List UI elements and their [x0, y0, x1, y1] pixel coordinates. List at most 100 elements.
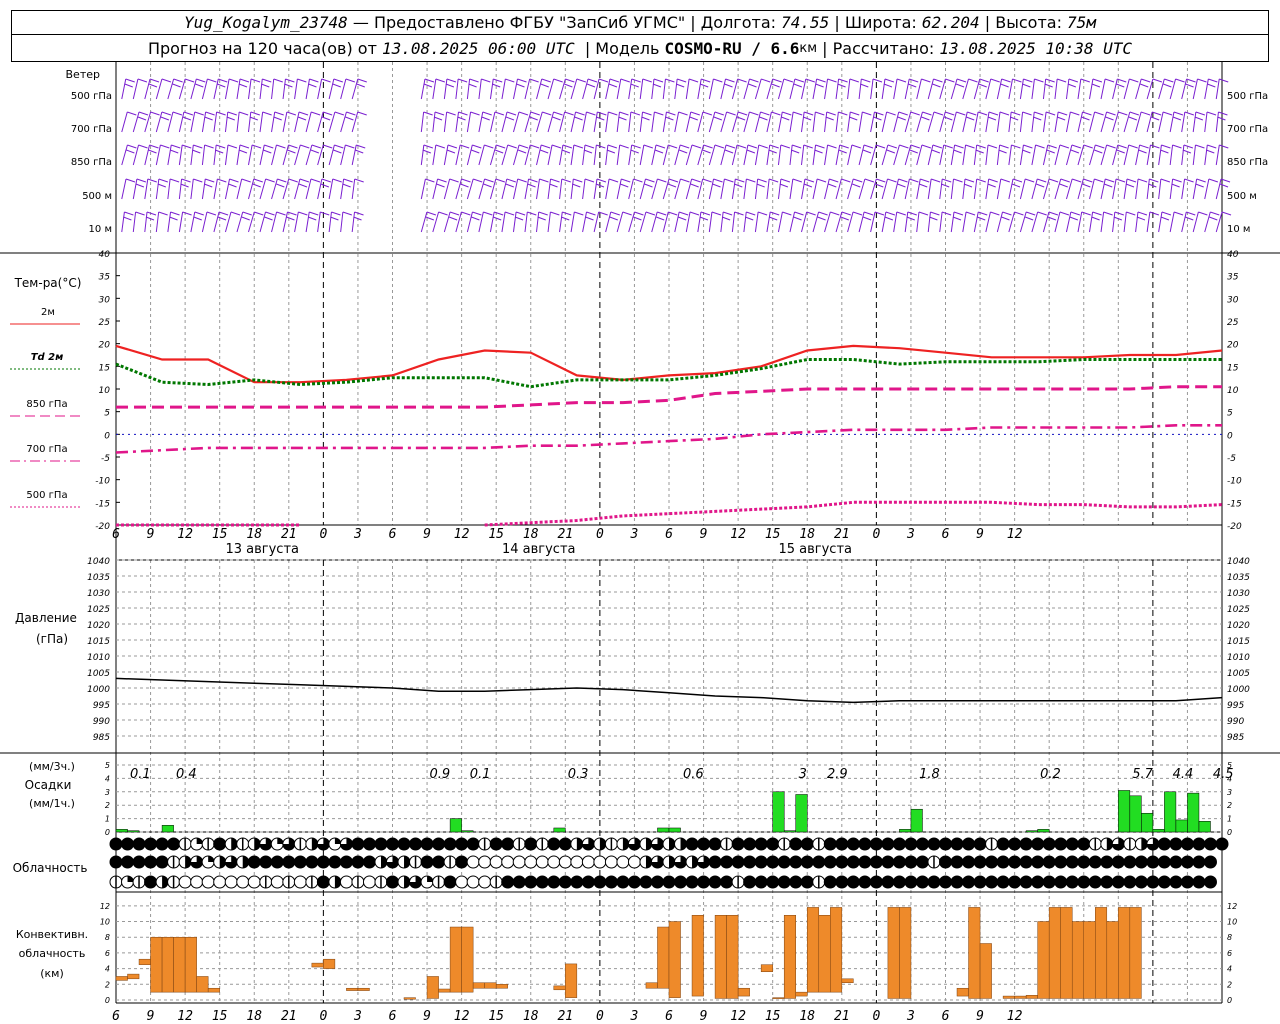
conv-tick-label: 12 [100, 902, 110, 911]
wind-barb-flag [1094, 178, 1104, 183]
wind-barb-flag [308, 83, 317, 88]
hour-tick-label: 12 [454, 527, 470, 542]
wind-barb-flag [484, 178, 494, 183]
wind-barb-shaft [605, 178, 610, 200]
wind-barb-flag [988, 178, 998, 183]
wind-barb-flag [127, 144, 137, 149]
temp-tick-label: -20 [95, 522, 110, 532]
wind-barb-flag [780, 178, 791, 183]
precip-bar [1175, 819, 1188, 833]
wind-barb-flag [505, 116, 515, 121]
wind-barb-flag [227, 144, 238, 149]
wind-barb-flag [668, 144, 678, 149]
pressure-tick-label: 1015 [87, 637, 110, 647]
wind-barb-shaft [916, 211, 920, 233]
wind-barb-flag [449, 178, 459, 183]
hour-tick-label: 0 [596, 527, 604, 542]
wind-barb-flag [1014, 211, 1024, 216]
cloud-cover-circle [1192, 855, 1206, 869]
hour-tick-label: 9 [423, 527, 431, 542]
wind-barb-flag [157, 183, 167, 188]
wind-barb-flag [815, 83, 824, 88]
wind-barb-flag [1148, 183, 1157, 188]
cloud-cover-circle [1169, 855, 1183, 869]
wind-barb-flag [171, 144, 181, 149]
cloud-cover-circle [869, 837, 883, 851]
wind-barb-flag [138, 144, 148, 149]
wind-barb-flag [873, 116, 882, 121]
wind-barb-flag [357, 78, 367, 83]
wind-barb-flag [1071, 178, 1082, 183]
wind-barb-flag [815, 144, 825, 149]
wind-barb-flag [829, 178, 839, 183]
wind-barb-shaft [720, 211, 724, 233]
wind-barb-flag [965, 144, 975, 149]
wind-barb-flag [195, 83, 204, 88]
wind-barb-flag [655, 144, 666, 149]
wind-barb-flag [1185, 83, 1194, 88]
wind-barb-flag [576, 78, 586, 83]
wind-barb-flag [357, 111, 367, 116]
wind-barb-shaft [593, 178, 598, 200]
wind-barb-shaft [271, 78, 275, 100]
cloud-cover-circle [743, 837, 757, 851]
wind-barb-shaft [766, 178, 770, 200]
cloud-cover-circle [558, 875, 572, 889]
wind-barb-shaft [1146, 211, 1151, 233]
wind-barb-flag [504, 211, 515, 216]
wind-barb-flag [758, 144, 768, 149]
wind-barb-flag [457, 78, 468, 83]
wind-barb-flag [1060, 178, 1070, 183]
wind-barb-shaft [616, 111, 620, 133]
cloud-cover-circle [144, 837, 158, 851]
wind-barb-flag [540, 149, 549, 154]
wind-barb-flag [145, 216, 155, 221]
cloud-cover-circle [1008, 855, 1022, 869]
wind-barb-flag [1034, 78, 1044, 83]
wind-barb-flag [872, 78, 883, 83]
wind-barb-shaft [190, 178, 194, 200]
conv-bar [1025, 995, 1038, 999]
cloud-cover-circle [627, 855, 641, 869]
conv-bar [173, 936, 186, 993]
wind-barb-flag [528, 178, 538, 183]
cloud-cover-circle [270, 855, 284, 869]
wind-barb-flag [977, 216, 986, 221]
cloud-cover-circle [466, 875, 480, 889]
temp-tick-label: -5 [101, 454, 110, 464]
wind-barb-shaft [420, 178, 426, 200]
wind-barb-flag [514, 216, 524, 221]
precip-tick-label: 5 [105, 761, 110, 770]
precip-bar [1037, 829, 1050, 833]
wind-barb-shaft [420, 111, 425, 133]
cloud-cover-circle [132, 855, 146, 869]
wind-barb-flag [1048, 211, 1059, 216]
hour-tick-label: 3 [630, 1009, 639, 1024]
conv-bar [818, 915, 831, 993]
wind-barb-flag [999, 144, 1009, 149]
wind-barb-flag [194, 111, 204, 116]
cloud-cover-circle [489, 837, 503, 851]
conv-bar [645, 982, 658, 989]
wind-barb-flag [921, 116, 930, 121]
wind-barb-flag [506, 178, 516, 183]
wind-barb-flag [562, 144, 573, 149]
wind-barb-flag [883, 83, 893, 88]
cloud-cover-circle [1169, 837, 1183, 851]
wind-barb-flag [818, 211, 828, 216]
cloud-cover-circle [881, 875, 895, 889]
precip-3h-total: 4.5 [1213, 767, 1234, 782]
wind-barb-flag [849, 78, 859, 83]
wind-barb-shaft [524, 211, 528, 233]
wind-barb-flag [769, 216, 778, 221]
wind-barb-flag [205, 178, 215, 183]
wind-barb-flag [276, 144, 286, 149]
wind-barb-flag [1173, 211, 1184, 216]
cloud-cover-circle [1054, 875, 1068, 889]
wind-barb-flag [342, 183, 351, 188]
wind-barb-flag [1160, 178, 1171, 183]
wind-barb-flag [542, 111, 552, 116]
wind-barb-flag [712, 183, 721, 188]
conv-bar [830, 907, 843, 993]
wind-barb-flag [333, 78, 343, 83]
